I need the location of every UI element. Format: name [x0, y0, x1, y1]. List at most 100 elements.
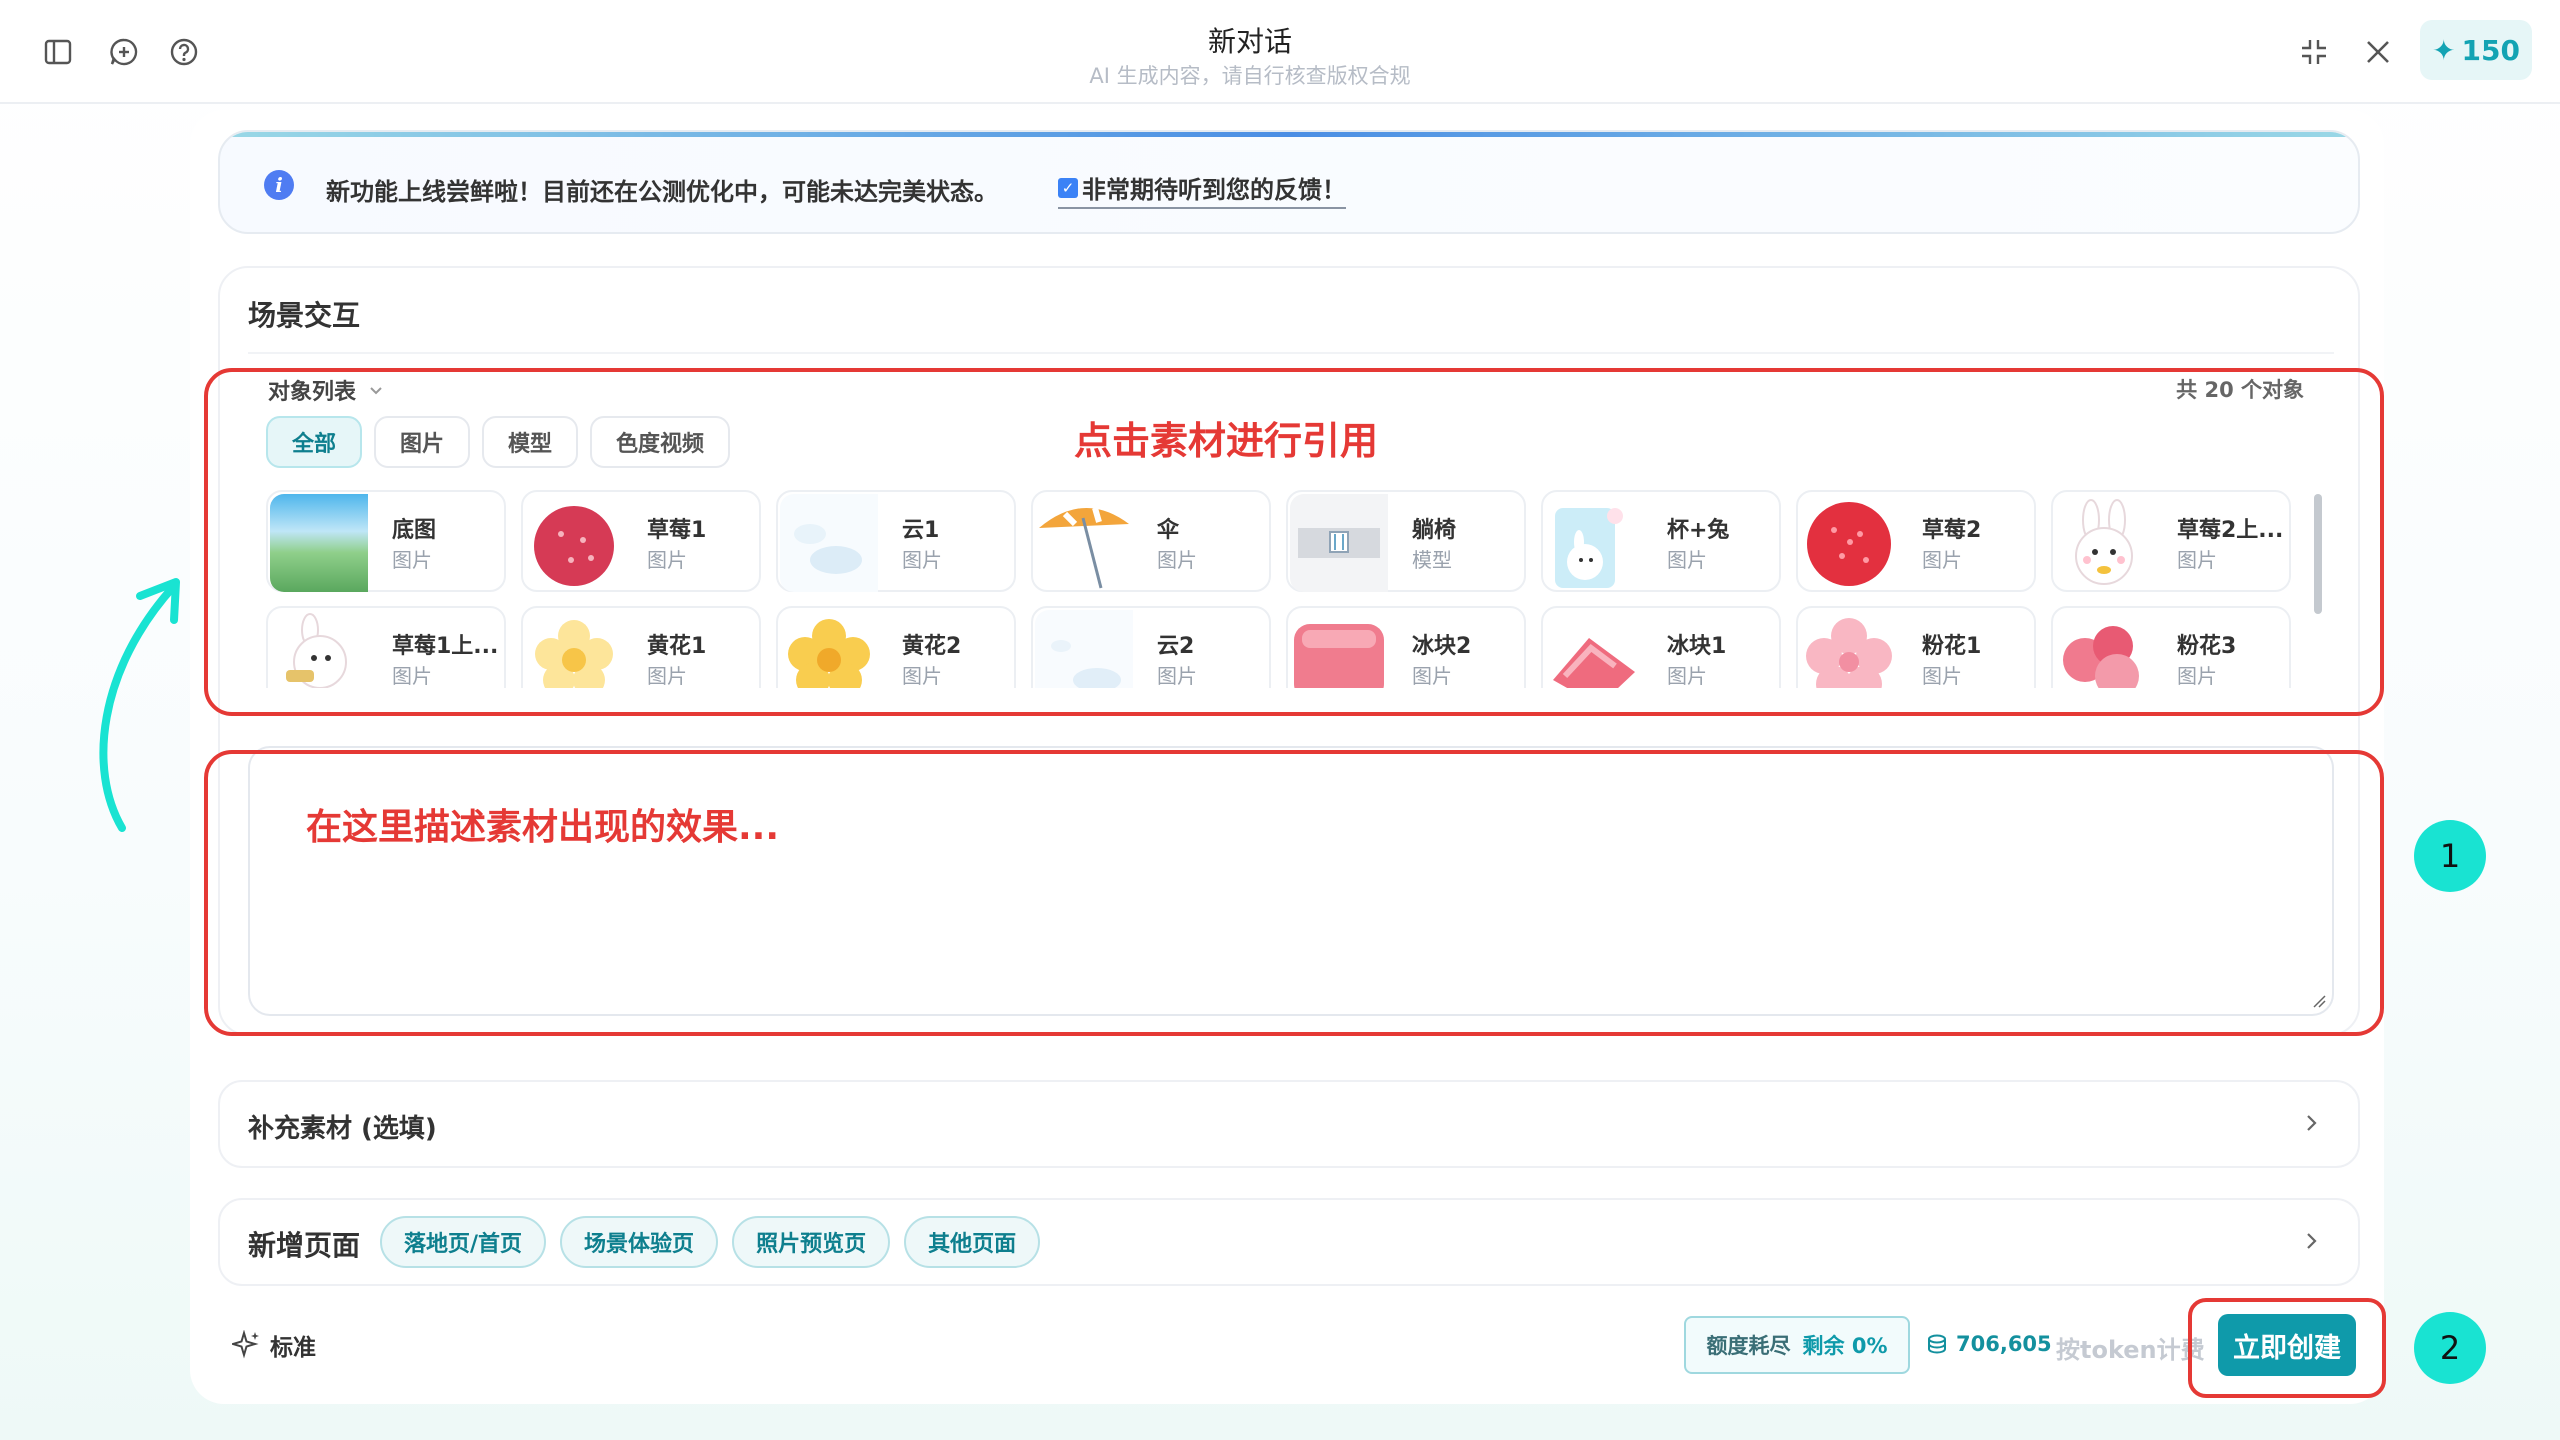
feedback-link[interactable]: ✓ 非常期待听到您的反馈！	[1058, 170, 1346, 209]
chevron-right-icon	[2307, 1115, 2317, 1131]
add-pages-row[interactable]: 新增页面 落地页/首页 场景体验页 照片预览页 其他页面	[218, 1198, 2360, 1286]
object-type: 图片	[647, 664, 687, 688]
step-badge-2: 2	[2414, 1312, 2486, 1384]
object-name: 冰块2	[1412, 634, 1472, 659]
feedback-link-label: 非常期待听到您的反馈！	[1082, 176, 1346, 204]
lounge-chair-thumbnail	[1290, 494, 1388, 592]
effect-description-input[interactable]: 在这里描述素材出现的效果...	[248, 746, 2334, 1016]
object-card[interactable]: 伞 图片	[1031, 490, 1271, 592]
object-card[interactable]: 底图 图片	[266, 490, 506, 592]
filter-models[interactable]: 模型	[482, 416, 579, 468]
yellow-flower-thumbnail	[525, 610, 623, 688]
object-card[interactable]: 冰块1 图片	[1541, 606, 1781, 688]
object-card[interactable]: 黄花1 图片	[521, 606, 761, 688]
notice-text: 新功能上线尝鲜啦！目前还在公测优化中，可能未达完美状态。	[326, 178, 998, 206]
object-type: 图片	[392, 548, 432, 572]
object-card[interactable]: 冰块2 图片	[1286, 606, 1526, 688]
object-card[interactable]: 草莓2上... 图片	[2051, 490, 2291, 592]
filter-all[interactable]: 全部	[266, 416, 363, 468]
annotation-callout: 点击素材进行引用	[1074, 419, 1379, 463]
object-card[interactable]: 云2 图片	[1031, 606, 1271, 688]
object-card[interactable]: 粉花1 图片	[1796, 606, 2036, 688]
object-list-label: 对象列表	[268, 380, 357, 405]
object-grid: 底图 图片 草莓1 图片 云1 图片 伞 图片 躺椅 模型 杯+兔 图片 草莓2…	[266, 490, 2306, 688]
object-list-panel: 对象列表 共 20 个对象 全部 图片 模型 色度视频 底图 图片 草莓1 图片…	[248, 352, 2334, 722]
object-card[interactable]: 躺椅 模型	[1286, 490, 1526, 592]
object-card[interactable]: 粉花3 图片	[2051, 606, 2291, 688]
chevron-down-icon	[370, 387, 382, 395]
credits-value: 150	[2461, 33, 2520, 67]
resize-handle-icon[interactable]	[2312, 994, 2326, 1008]
page-tag-photo-preview[interactable]: 照片预览页	[732, 1216, 891, 1268]
object-card[interactable]: 黄花2 图片	[776, 606, 1016, 688]
cup-rabbit-thumbnail	[1545, 494, 1643, 592]
top-bar: 新对话 AI 生成内容，请自行核查版权合规 ✦ 150	[0, 0, 2560, 104]
object-name: 草莓2	[1922, 518, 1982, 543]
create-now-button[interactable]: 立即创建	[2218, 1314, 2356, 1376]
page-tag-other[interactable]: 其他页面	[904, 1216, 1041, 1268]
umbrella-thumbnail	[1035, 494, 1133, 592]
yellow-flower-thumbnail	[780, 610, 878, 688]
page-tags: 落地页/首页 场景体验页 照片预览页 其他页面	[380, 1216, 1041, 1268]
supplement-title: 补充素材 (选填)	[248, 1114, 437, 1144]
credits-badge[interactable]: ✦ 150	[2420, 20, 2532, 80]
object-type: 模型	[1412, 548, 1452, 572]
page-tag-landing[interactable]: 落地页/首页	[380, 1216, 547, 1268]
description-placeholder: 在这里描述素材出现的效果...	[306, 807, 780, 848]
object-list-dropdown[interactable]: 对象列表	[268, 374, 384, 406]
cloud-thumbnail	[780, 494, 878, 592]
object-name: 躺椅	[1412, 518, 1457, 543]
object-card[interactable]: 草莓1 图片	[521, 490, 761, 592]
object-name: 黄花1	[647, 634, 707, 659]
add-pages-title: 新增页面	[248, 1229, 361, 1262]
page-title: 新对话	[1207, 25, 1292, 58]
object-type: 图片	[902, 548, 942, 572]
sparkle-icon	[232, 1330, 259, 1359]
object-card[interactable]: 杯+兔 图片	[1541, 490, 1781, 592]
quota-label: 额度耗尽	[1706, 1334, 1791, 1358]
coins-icon	[1928, 1334, 1946, 1354]
object-card[interactable]: 草莓1上... 图片	[266, 606, 506, 688]
object-count: 共 20 个对象	[2176, 378, 2304, 402]
background-thumbnail	[270, 494, 368, 592]
pink-flower-thumbnail	[1800, 610, 1898, 688]
object-name: 冰块1	[1667, 634, 1727, 659]
ice-cube-thumbnail	[1290, 610, 1388, 688]
object-type: 图片	[2177, 664, 2217, 688]
checkbox-icon: ✓	[1058, 177, 1078, 198]
object-type: 图片	[2177, 548, 2217, 572]
object-type: 图片	[647, 548, 687, 572]
object-list-scrollbar[interactable]	[2314, 494, 2322, 614]
object-name: 杯+兔	[1667, 518, 1730, 543]
main-panel: i 新功能上线尝鲜啦！目前还在公测优化中，可能未达完美状态。 ✓ 非常期待听到您…	[190, 110, 2384, 1404]
annotation-arrow-icon	[99, 578, 180, 832]
filter-tabs: 全部 图片 模型 色度视频	[266, 416, 731, 468]
scene-interaction-section: 场景交互 对象列表 共 20 个对象 全部 图片 模型 色度视频 底图 图片 草…	[218, 266, 2360, 1036]
object-type: 图片	[1412, 664, 1452, 688]
strawberry-thumbnail	[525, 494, 623, 592]
mode-label: 标准	[270, 1335, 316, 1361]
filter-images[interactable]: 图片	[374, 416, 471, 468]
object-name: 草莓1上...	[392, 634, 499, 659]
token-balance: 706,605	[1926, 1332, 2052, 1356]
object-name: 伞	[1157, 518, 1180, 543]
object-type: 图片	[1667, 664, 1707, 688]
notice-accent-bar	[220, 132, 2358, 137]
object-name: 黄花2	[902, 634, 962, 659]
object-name: 云1	[902, 518, 940, 543]
mode-selector[interactable]: 标准	[232, 1328, 316, 1362]
object-name: 草莓1	[647, 518, 707, 543]
supplement-materials-row[interactable]: 补充素材 (选填)	[218, 1080, 2360, 1168]
collapse-icon[interactable]	[2296, 34, 2332, 70]
close-icon[interactable]	[2360, 34, 2396, 70]
page-tag-scene[interactable]: 场景体验页	[560, 1216, 719, 1268]
object-card[interactable]: 草莓2 图片	[1796, 490, 2036, 592]
object-card[interactable]: 云1 图片	[776, 490, 1016, 592]
object-name: 云2	[1157, 634, 1195, 659]
object-name: 粉花3	[2177, 634, 2237, 659]
chevron-right-icon	[2307, 1233, 2317, 1249]
quota-remaining: 剩余 0%	[1802, 1334, 1888, 1358]
sparkle-icon: ✦	[2432, 33, 2456, 67]
object-type: 图片	[1157, 664, 1197, 688]
filter-chroma-video[interactable]: 色度视频	[590, 416, 731, 468]
